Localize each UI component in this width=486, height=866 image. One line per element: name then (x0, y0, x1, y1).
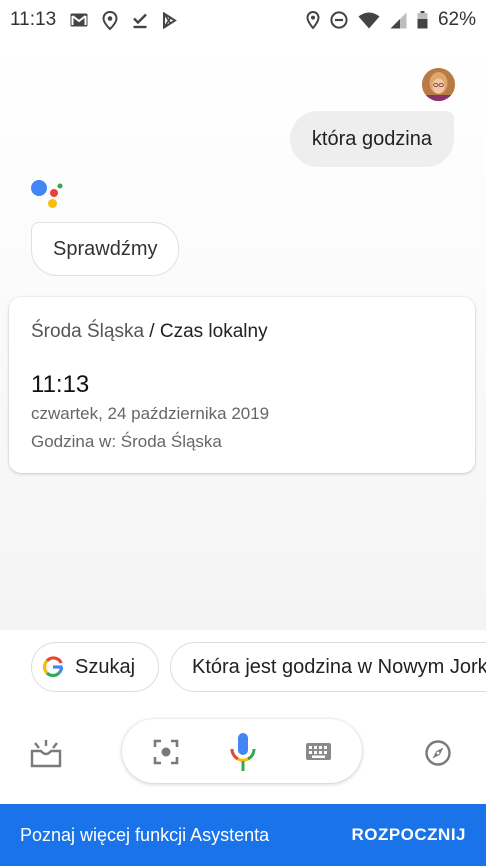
battery-icon (417, 11, 428, 29)
input-toolbar (122, 719, 362, 783)
card-title: Środa Śląska / Czas lokalny (31, 321, 268, 343)
card-subject: Czas lokalny (159, 321, 268, 342)
card-location-line: Godzina w: Środa Śląska (31, 432, 222, 451)
card-title-separator: / (149, 321, 155, 342)
google-g-icon (42, 656, 64, 678)
do-not-disturb-icon (330, 11, 348, 29)
keyboard-icon[interactable] (305, 742, 332, 761)
status-right: 62% (306, 9, 476, 31)
suggestion-chip[interactable]: Która jest godzina w Nowym Jorku (170, 642, 486, 692)
user-message-bubble: która godzina (289, 111, 454, 167)
location-icon (306, 11, 320, 29)
signal-icon (390, 12, 407, 28)
assistant-message-bubble: Sprawdźmy (31, 222, 180, 276)
card-time: 11:13 (31, 371, 90, 398)
lens-icon[interactable] (153, 739, 179, 765)
user-avatar-image (422, 68, 455, 101)
status-left: 11:13 (10, 9, 178, 31)
search-chip[interactable]: Szukaj (31, 642, 159, 692)
battery-percent: 62% (437, 9, 476, 30)
status-time: 11:13 (10, 9, 57, 30)
status-bar: 11:13 62% (0, 0, 486, 40)
user-avatar[interactable] (422, 68, 455, 101)
banner-text: Poznaj więcej funkcji Asystenta (20, 824, 270, 845)
wifi-icon (358, 12, 380, 28)
play-store-icon (163, 11, 178, 29)
local-time-card[interactable]: Środa Śląska / Czas lokalny 11:13 czwart… (9, 297, 475, 473)
explore-compass-icon[interactable] (424, 739, 452, 767)
download-done-icon (133, 13, 147, 28)
search-chip-label: Szukaj (75, 655, 136, 678)
card-date: czwartek, 24 października 2019 (31, 404, 270, 423)
user-message-text: która godzina (311, 127, 432, 150)
updates-tray-icon[interactable] (30, 738, 62, 768)
suggestion-chip-label: Która jest godzina w Nowym Jorku (192, 655, 486, 678)
promo-banner: Poznaj więcej funkcji Asystenta ROZPOCZN… (0, 804, 486, 866)
assistant-message-text: Sprawdźmy (53, 237, 158, 260)
card-location: Środa Śląska (31, 321, 145, 342)
bottom-panel: Szukaj Która jest godzina w Nowym Jorku (0, 630, 486, 804)
maps-location-icon (102, 10, 118, 30)
google-assistant-logo-icon (31, 180, 63, 208)
start-button[interactable]: ROZPOCZNIJ (351, 825, 466, 845)
microphone-icon[interactable] (229, 732, 257, 772)
gmail-icon (70, 13, 88, 27)
